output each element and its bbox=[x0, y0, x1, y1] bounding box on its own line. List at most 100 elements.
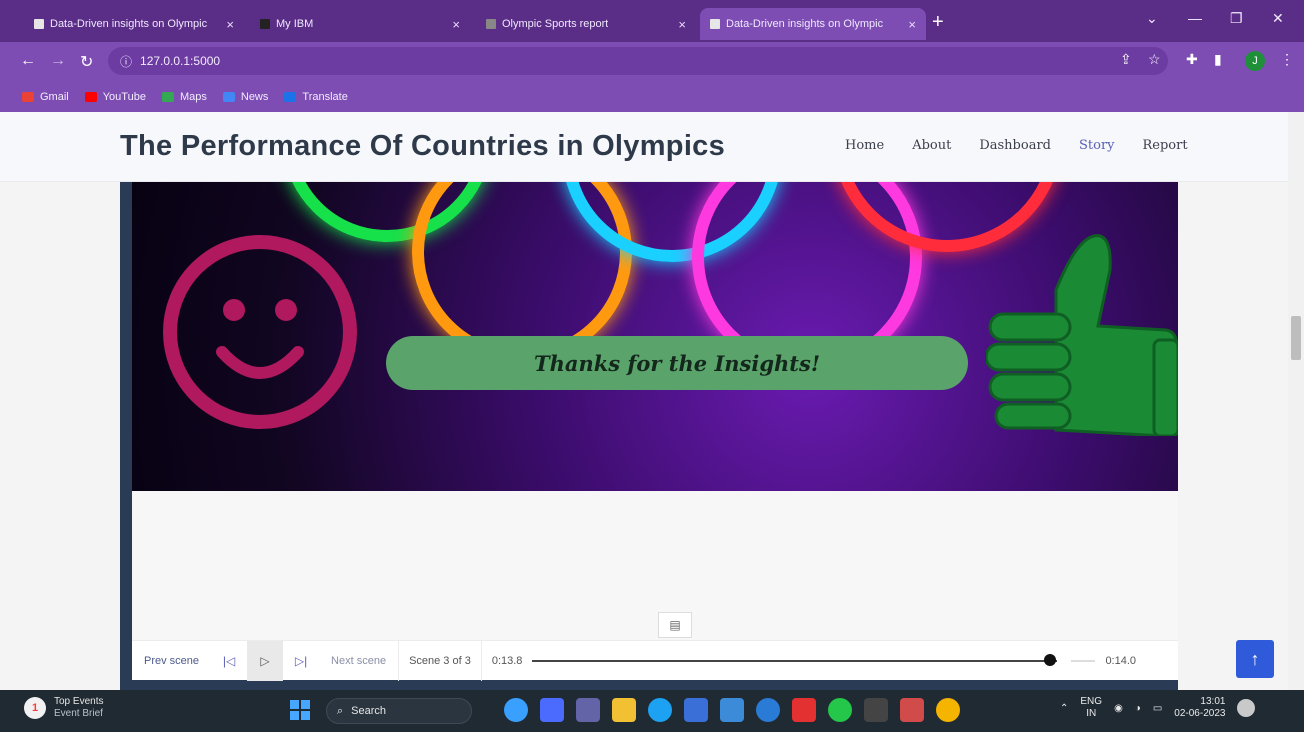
bookmark-news[interactable]: News bbox=[222, 91, 268, 103]
minimize-icon[interactable]: — bbox=[1188, 10, 1202, 26]
bookmark-youtube[interactable]: YouTube bbox=[84, 91, 146, 103]
playback-slider-knob[interactable] bbox=[1043, 653, 1056, 666]
site-info-icon[interactable]: ⓘ bbox=[120, 53, 132, 70]
windows-start-icon[interactable] bbox=[290, 700, 310, 720]
news-badge: 1 bbox=[24, 697, 46, 719]
extensions-icon[interactable]: ✚ bbox=[1186, 51, 1198, 68]
skip-back-icon[interactable]: |◁ bbox=[211, 641, 247, 681]
widgets-icon[interactable] bbox=[540, 698, 564, 722]
new-tab-icon[interactable]: + bbox=[932, 12, 944, 32]
spotify-icon[interactable] bbox=[828, 698, 852, 722]
news-icon bbox=[222, 92, 235, 102]
tab-close-icon[interactable]: × bbox=[908, 17, 916, 32]
browser-icon[interactable] bbox=[756, 698, 780, 722]
profile-avatar[interactable]: J bbox=[1245, 51, 1265, 71]
bookmark-gmail[interactable]: Gmail bbox=[22, 91, 69, 103]
restore-icon[interactable]: ❐ bbox=[1230, 10, 1243, 27]
side-panel-icon[interactable]: ▮ bbox=[1214, 51, 1222, 68]
page-scrollbar[interactable] bbox=[1288, 112, 1304, 690]
site-brand[interactable]: The Performance Of Countries in Olympics bbox=[120, 130, 725, 163]
story-blank-area bbox=[132, 491, 1178, 640]
caption-toggle-icon[interactable]: ▤ bbox=[658, 612, 692, 638]
tab-favicon-icon bbox=[710, 19, 720, 29]
taskbar-apps bbox=[504, 698, 960, 722]
next-scene-button[interactable]: Next scene bbox=[319, 655, 398, 667]
battery-icon[interactable]: ▭ bbox=[1153, 703, 1162, 714]
system-tray: ⌃ ENG IN ◉ ◑ ▭ 13:01 02-06-2023 bbox=[1060, 696, 1256, 720]
bookmark-translate[interactable]: Translate bbox=[284, 91, 348, 103]
tab-close-icon[interactable]: × bbox=[678, 17, 686, 32]
current-time: 0:13.8 bbox=[491, 654, 523, 667]
address-text: 127.0.0.1:5000 bbox=[140, 54, 221, 68]
browser-tab-bar: Data-Driven insights on Olympic × My IBM… bbox=[0, 0, 1304, 42]
tab-title: Olympic Sports report bbox=[502, 18, 609, 30]
nav-dashboard[interactable]: Dashboard bbox=[979, 138, 1051, 153]
tab-favicon-icon bbox=[486, 19, 496, 29]
nav-report[interactable]: Report bbox=[1143, 138, 1188, 153]
skip-forward-icon[interactable]: ▷| bbox=[283, 641, 319, 681]
bookmark-maps[interactable]: Maps bbox=[161, 91, 207, 103]
volume-icon[interactable]: ◑ bbox=[1135, 703, 1141, 714]
share-icon[interactable]: ⇪ bbox=[1120, 51, 1132, 68]
search-label: Search bbox=[351, 705, 387, 717]
play-icon[interactable]: ▷ bbox=[247, 640, 284, 681]
gmail-icon bbox=[22, 92, 34, 102]
tab-data-driven-active[interactable]: Data-Driven insights on Olympic × bbox=[700, 8, 926, 40]
total-time: 0:14.0 bbox=[1105, 654, 1137, 667]
back-icon[interactable]: ← bbox=[20, 52, 36, 70]
menu-kebab-icon[interactable]: ⋮ bbox=[1280, 51, 1294, 68]
tab-search-icon[interactable]: ⌄ bbox=[1146, 10, 1158, 27]
reload-icon[interactable]: ↻ bbox=[80, 52, 93, 72]
prev-scene-button[interactable]: Prev scene bbox=[132, 655, 211, 667]
scene-indicator: Scene 3 of 3 bbox=[409, 654, 471, 667]
close-window-icon[interactable]: ✕ bbox=[1272, 10, 1284, 27]
youtube-icon bbox=[84, 92, 97, 102]
tab-my-ibm[interactable]: My IBM × bbox=[250, 8, 470, 40]
chrome-icon[interactable] bbox=[936, 698, 960, 722]
notification-icon[interactable] bbox=[1237, 699, 1256, 717]
nav-home[interactable]: Home bbox=[845, 138, 884, 153]
story-playback-controls: Prev scene |◁ ▷ ▷| Next scene Scene 3 of… bbox=[132, 640, 1178, 681]
teams-icon[interactable] bbox=[504, 698, 528, 722]
taskbar-search[interactable]: ⌕ Search bbox=[326, 698, 472, 724]
mail-icon[interactable] bbox=[720, 698, 744, 722]
tab-olympic-sports-report[interactable]: Olympic Sports report × bbox=[476, 8, 696, 40]
clock[interactable]: 13:01 02-06-2023 bbox=[1174, 696, 1225, 720]
wifi-icon[interactable]: ◉ bbox=[1114, 703, 1123, 714]
tab-title: Data-Driven insights on Olympic bbox=[726, 18, 884, 30]
news-title: Top Events bbox=[54, 696, 104, 707]
main-nav: Home About Dashboard Story Report bbox=[845, 138, 1188, 153]
tab-close-icon[interactable]: × bbox=[452, 17, 460, 32]
language-indicator[interactable]: ENG IN bbox=[1080, 696, 1102, 720]
thumbs-up-icon bbox=[986, 234, 1178, 436]
playback-slider[interactable] bbox=[532, 653, 1058, 666]
caption-pill: Thanks for the Insights! bbox=[386, 336, 968, 390]
mcafee-icon[interactable] bbox=[792, 698, 816, 722]
tab-favicon-icon bbox=[34, 19, 44, 29]
slider-remaining-track bbox=[1071, 659, 1096, 662]
tab-favicon-icon bbox=[260, 19, 270, 29]
tray-chevron-icon[interactable]: ⌃ bbox=[1060, 703, 1068, 714]
nav-story[interactable]: Story bbox=[1079, 138, 1115, 153]
page-scrollbar-thumb[interactable] bbox=[1291, 316, 1301, 360]
tab-close-icon[interactable]: × bbox=[226, 17, 234, 32]
web-page: The Performance Of Countries in Olympics… bbox=[0, 112, 1288, 690]
office-icon[interactable] bbox=[900, 698, 924, 722]
forward-icon[interactable]: → bbox=[50, 52, 66, 70]
store-icon[interactable] bbox=[684, 698, 708, 722]
file-explorer-icon[interactable] bbox=[612, 698, 636, 722]
tab-title: My IBM bbox=[276, 18, 314, 30]
tab-data-driven-1[interactable]: Data-Driven insights on Olympic × bbox=[24, 8, 244, 40]
maps-icon bbox=[161, 92, 174, 102]
news-subtitle: Event Brief bbox=[54, 708, 103, 719]
bookmark-star-icon[interactable]: ☆ bbox=[1148, 51, 1161, 68]
tab-title: Data-Driven insights on Olympic bbox=[50, 18, 208, 30]
nav-about[interactable]: About bbox=[912, 138, 951, 153]
terminal-icon[interactable] bbox=[864, 698, 888, 722]
smiley-face-icon bbox=[163, 235, 357, 429]
news-widget[interactable]: 1 Top Events Event Brief bbox=[24, 696, 103, 720]
scroll-to-top-button[interactable]: ↑ bbox=[1236, 640, 1274, 678]
chat-icon[interactable] bbox=[576, 698, 600, 722]
edge-icon[interactable] bbox=[648, 698, 672, 722]
address-bar[interactable]: ⓘ 127.0.0.1:5000 bbox=[108, 47, 1168, 75]
